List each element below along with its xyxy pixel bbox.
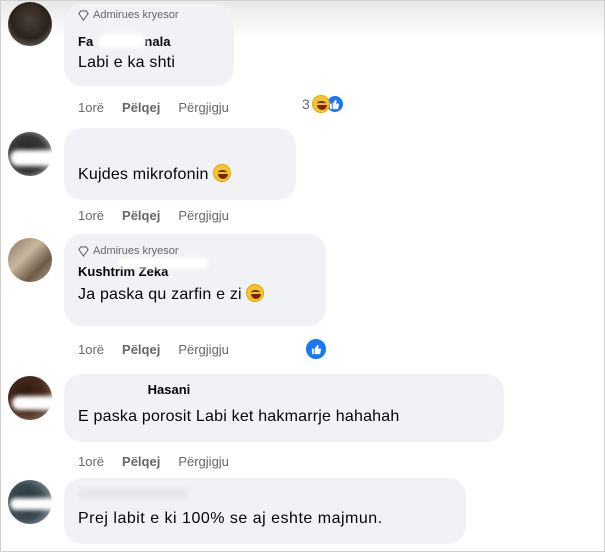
screenshot-frame	[0, 0, 605, 552]
